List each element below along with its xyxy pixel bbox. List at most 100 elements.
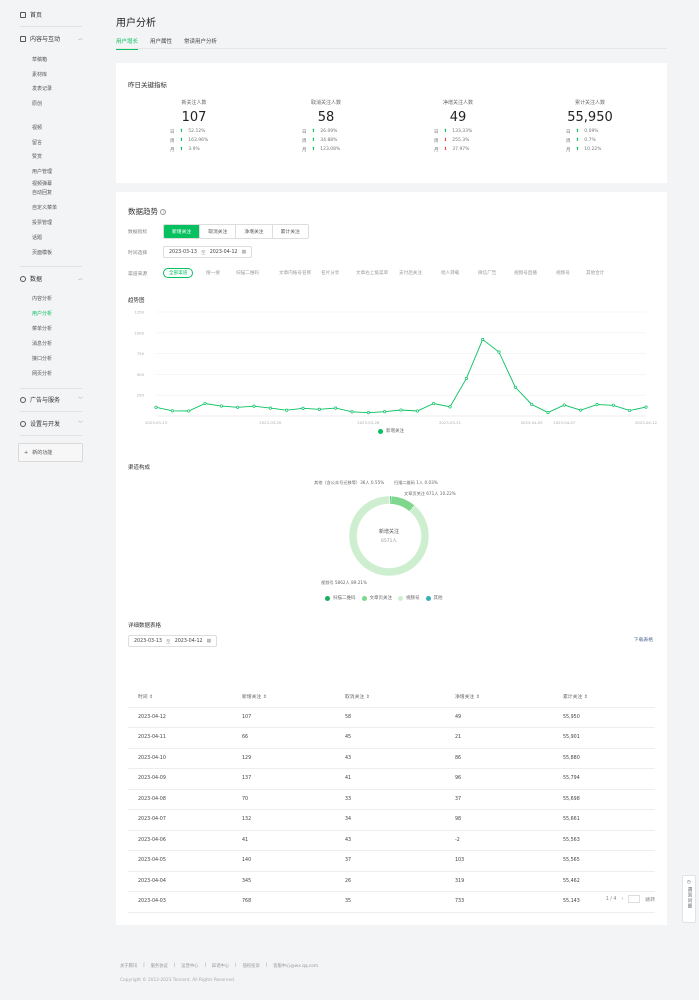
sidebar-item-user-management[interactable]: 用户管理 (32, 168, 52, 175)
table-cell: 26 (345, 878, 352, 884)
table-cell: 132 (242, 817, 252, 823)
x-tick-label: 2023-03-26 (357, 420, 380, 425)
y-tick-label: 1000 (134, 330, 144, 335)
table-header: 时间 ⇕ 新增关注 ⇕ 取消关注 ⇕ 净增关注 ⇕ 累计关注 ⇕ (128, 687, 655, 708)
donut-slice-文章页关注[interactable] (390, 495, 416, 512)
data-point (579, 408, 583, 412)
sidebar-item-library[interactable]: 素材库 (32, 71, 47, 78)
col-header-total[interactable]: 累计关注 ⇕ (553, 693, 653, 700)
sidebar-item-original[interactable]: 原创 (32, 100, 42, 107)
sidebar-group-label: 广告与服务 (30, 397, 61, 404)
sidebar-item-message-analysis[interactable]: 消息分析 (32, 340, 52, 347)
sidebar-group-ads[interactable]: 广告与服务 ﹀ (20, 395, 83, 404)
source-chip[interactable]: 微信广告 (478, 270, 496, 276)
col-header-new[interactable]: 新增关注 ⇕ (232, 693, 335, 700)
sidebar-group-settings[interactable]: 设置与开发 ﹀ (20, 419, 83, 428)
page-jump-input[interactable] (628, 895, 641, 903)
legend-label[interactable]: 视频号 (406, 595, 420, 601)
legend-label[interactable]: 文章页关注 (370, 595, 393, 601)
source-chip[interactable]: 文章右上角菜单 (356, 270, 388, 276)
source-chip[interactable]: 其他合计 (586, 270, 604, 276)
sidebar-item-content-analysis[interactable]: 内容分析 (32, 295, 52, 302)
indicator-cancel[interactable]: 取消关注 (200, 225, 237, 238)
series-line-new-follows (155, 338, 647, 414)
data-point (236, 405, 240, 409)
footer-link[interactable]: 关于腾讯 (120, 963, 137, 969)
data-point (187, 409, 191, 413)
data-point (219, 404, 223, 408)
arrow-up-icon: ⬆ (575, 129, 580, 134)
col-header-date[interactable]: 时间 ⇕ (128, 693, 232, 700)
indicator-new[interactable]: 新增关注 (164, 225, 201, 238)
source-chip[interactable]: 文章内账号名称 (279, 270, 311, 276)
source-chip[interactable]: 扫描二维码 (236, 270, 259, 276)
sidebar-group-label: 设置与开发 (30, 421, 61, 428)
indicator-total[interactable]: 累计关注 (272, 225, 308, 238)
footer-link[interactable]: 辟谣中心 (212, 963, 229, 969)
x-tick-label: 2023-04-12 (635, 420, 658, 425)
footer-link[interactable]: 运营中心 (181, 963, 198, 969)
sidebar-item-votes[interactable]: 投票管理 (32, 219, 52, 226)
donut-legend: 扫描二维码 文章页关注 视频号 其他 (325, 595, 443, 601)
table-cell: 2023-04-10 (138, 755, 166, 761)
date-to: 2023-04-12 (174, 638, 203, 644)
sidebar-item-danmaku[interactable]: 视频弹幕 (32, 180, 52, 187)
table-row: 2023-04-10 129 43 86 55,880 (128, 749, 655, 769)
sidebar-item-auto-reply[interactable]: 自动回复 (32, 189, 52, 196)
add-feature-button[interactable]: + 新的功能 (18, 443, 83, 462)
detail-date-picker[interactable]: 2023-03-13 至 2023-04-12 ▦ (128, 635, 218, 647)
data-point (317, 407, 321, 411)
sidebar-item-comments[interactable]: 留言 (32, 139, 42, 146)
donut-slice-视频号[interactable] (348, 495, 430, 577)
footer-link[interactable]: 侵权投诉 (243, 963, 260, 969)
sidebar-item-custom-menu[interactable]: 自定义菜单 (32, 204, 57, 211)
source-chip[interactable]: 支付后关注 (399, 270, 422, 276)
data-point (415, 409, 419, 413)
footer-link[interactable]: 服务协议 (151, 963, 168, 969)
help-icon[interactable]: ? (160, 209, 167, 215)
day-change: 52.12% (188, 129, 206, 134)
source-chip[interactable]: 名片分享 (321, 270, 339, 276)
indicator-label: 数据指标 (128, 230, 148, 235)
sidebar-item-drafts[interactable]: 草稿箱 (32, 56, 47, 63)
page-jump-button[interactable]: 跳转 (645, 896, 655, 903)
sidebar-item-video[interactable]: 视频 (32, 124, 42, 131)
sidebar-group-content[interactable]: 内容与互动 ︿ (20, 34, 83, 43)
table-row: 2023-04-06 41 43 -2 55,563 (128, 831, 655, 851)
sidebar-group-data[interactable]: 数据 ︿ (20, 274, 83, 283)
indicator-net[interactable]: 净增关注 (236, 225, 273, 238)
sidebar-item-topics[interactable]: 话题 (32, 234, 42, 241)
sidebar-item-web-analysis[interactable]: 网页分析 (32, 370, 52, 377)
legend-label[interactable]: 其他 (434, 595, 443, 601)
source-chip[interactable]: 他人转载 (441, 270, 459, 276)
chart-legend[interactable]: 新增关注 (378, 428, 404, 434)
sidebar-item-rewards[interactable]: 赞赏 (32, 153, 42, 160)
source-chip[interactable]: 视频号直播 (514, 270, 537, 276)
table-cell: 55,462 (563, 878, 580, 884)
feedback-button[interactable]: ◷ 遇到问题 (682, 875, 696, 923)
source-chip[interactable]: 搜一搜 (206, 270, 220, 276)
footer-link[interactable]: 客服中心@wx.qq.com (273, 963, 318, 969)
date-sep: 至 (200, 250, 206, 256)
source-chip[interactable]: 视频号 (556, 270, 570, 276)
table-row: 2023-04-04 345 26 319 55,462 (128, 872, 655, 892)
sidebar-item-user-analysis[interactable]: 用户分析 (32, 310, 52, 317)
sidebar-item-page-templates[interactable]: 页面模板 (32, 249, 52, 256)
source-chip-all[interactable]: 全部渠道 (163, 268, 194, 278)
sidebar-item-api-analysis[interactable]: 接口分析 (32, 355, 52, 362)
sidebar-item-published[interactable]: 发表记录 (32, 85, 52, 92)
sidebar-item-home[interactable]: 首页 (20, 10, 42, 19)
sidebar-item-menu-analysis[interactable]: 菜单分析 (32, 325, 52, 332)
legend-label[interactable]: 扫描二维码 (333, 595, 356, 601)
day-change: 0.09% (584, 129, 599, 134)
table-row: 2023-04-11 66 45 21 55,901 (128, 728, 655, 749)
legend-dot (325, 595, 330, 601)
next-page-icon[interactable]: › (621, 897, 623, 902)
download-link[interactable]: 下载表格 (634, 636, 653, 643)
donut-label-qr: 扫描二维码 1人 0.03% (394, 480, 438, 485)
col-header-cancel[interactable]: 取消关注 ⇕ (335, 693, 445, 700)
date-range-picker[interactable]: 2023-03-13 至 2023-04-12 ▦ (163, 246, 253, 258)
legend-dot (361, 595, 367, 601)
x-tick-label: 2023-04-07 (553, 420, 576, 425)
col-header-net[interactable]: 净增关注 ⇕ (445, 693, 553, 700)
